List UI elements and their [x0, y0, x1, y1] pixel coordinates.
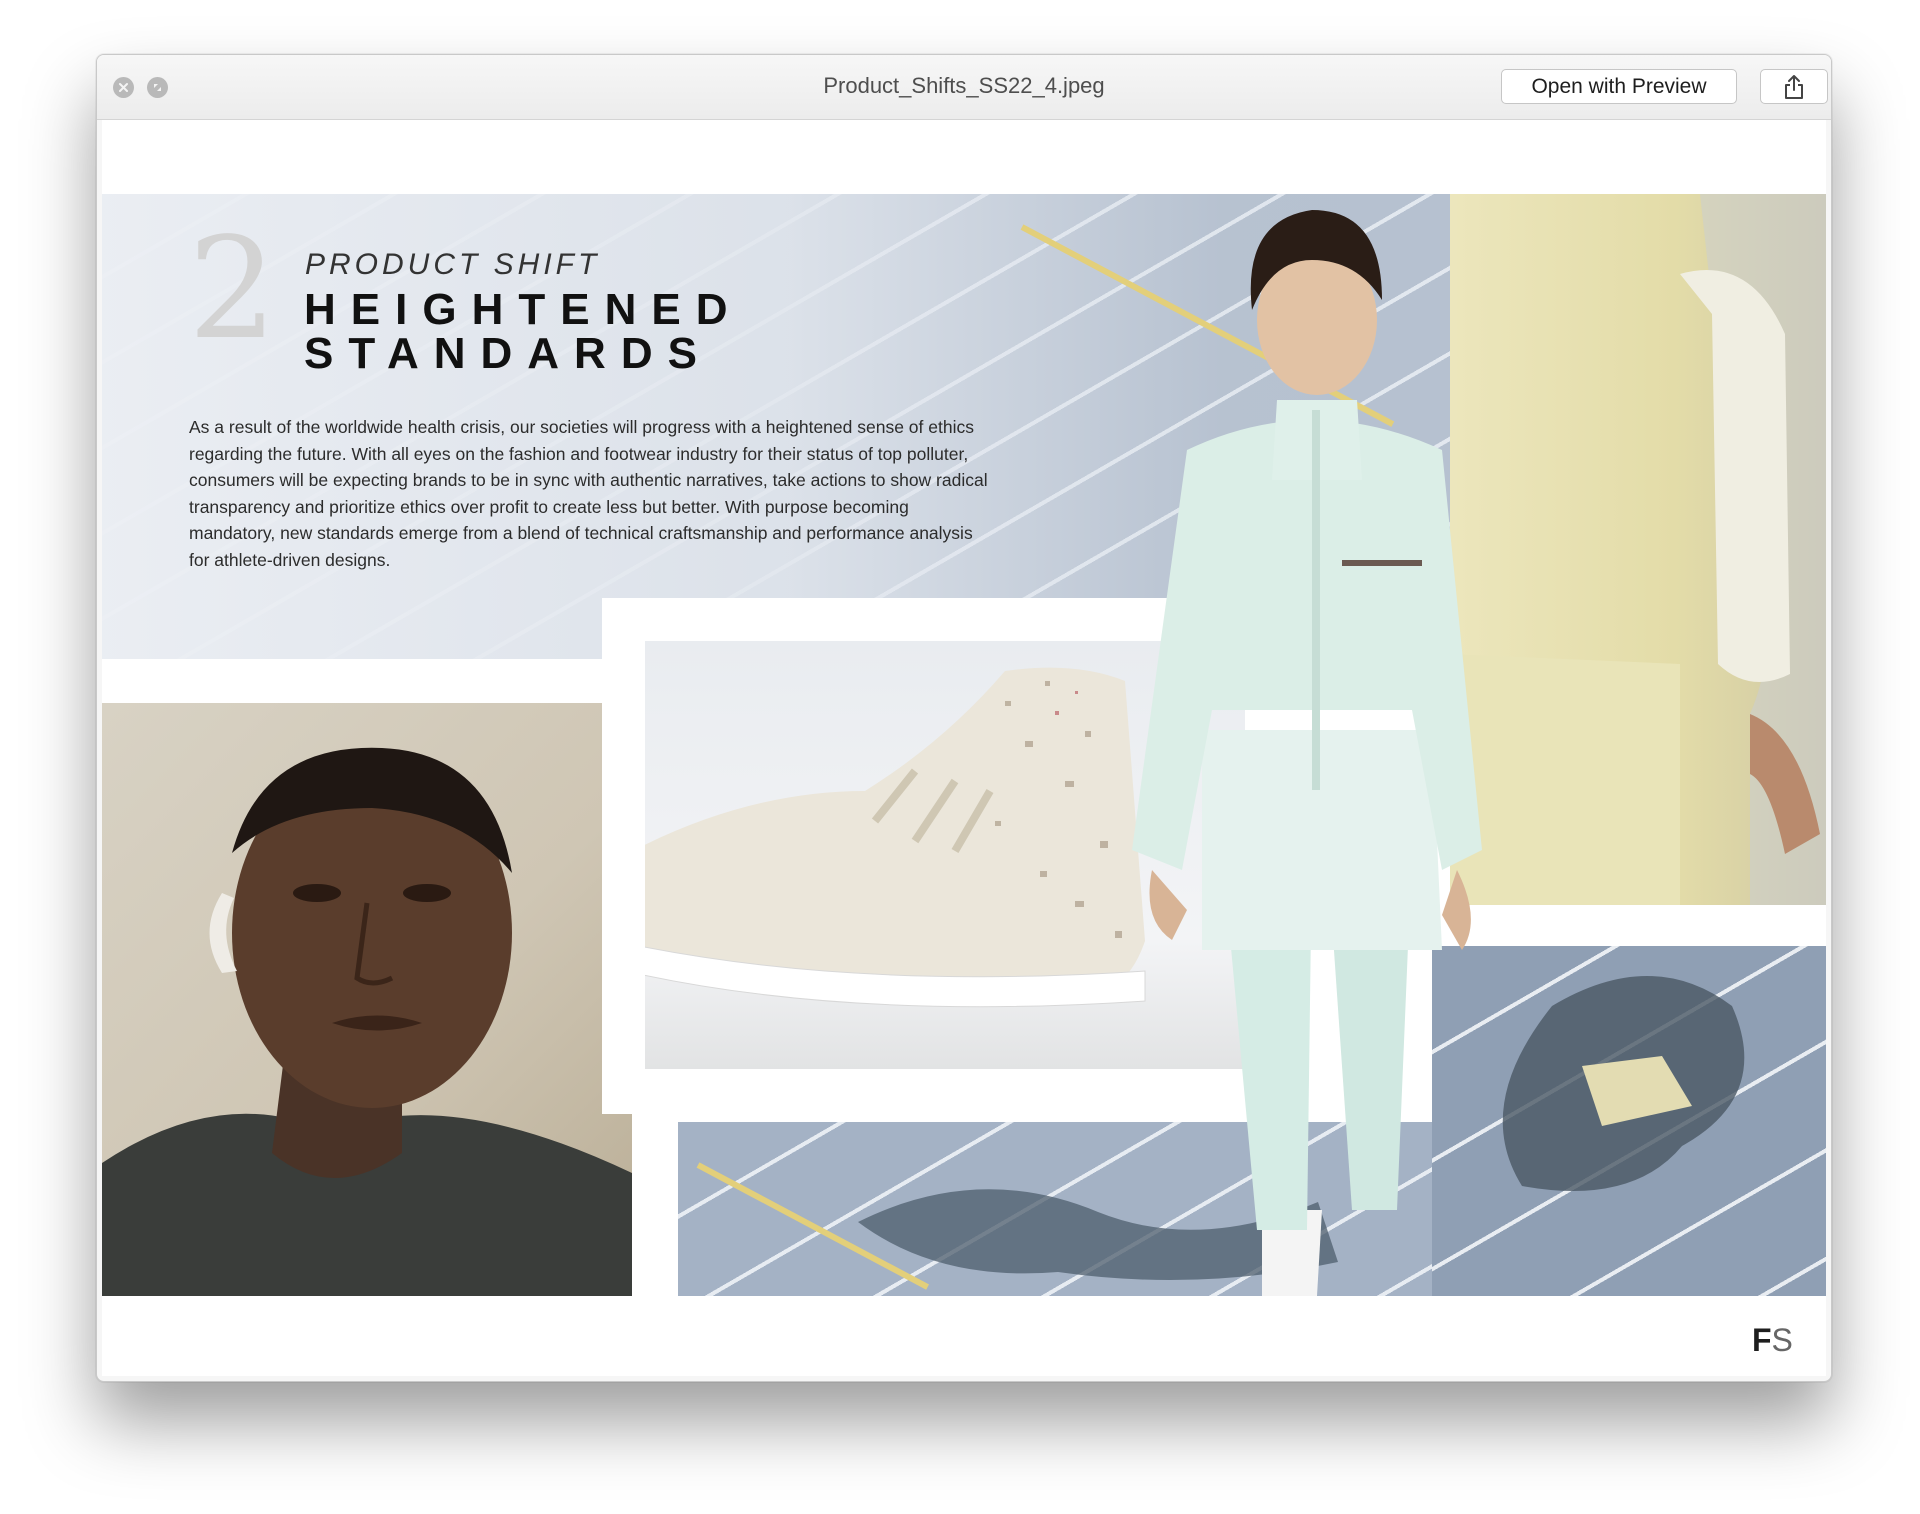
quicklook-window: Product_Shifts_SS22_4.jpeg Open with Pre…	[96, 54, 1832, 1382]
headline-line-1: HEIGHTENED	[304, 285, 743, 334]
title-bar: Product_Shifts_SS22_4.jpeg Open with Pre…	[97, 55, 1831, 120]
logo-letter-s: S	[1771, 1322, 1793, 1358]
fs-logo: FS	[1752, 1322, 1793, 1359]
section-number: 2	[188, 208, 278, 371]
open-with-preview-button[interactable]: Open with Preview	[1501, 69, 1737, 104]
section-kicker: PRODUCT SHIFT	[305, 248, 601, 281]
athlete-portrait-photo	[102, 703, 632, 1296]
body-paragraph: As a result of the worldwide health cris…	[189, 417, 988, 570]
image-preview: 2 PRODUCT SHIFT HEIGHTENED STANDARDS As …	[102, 120, 1826, 1376]
headline-line-2: STANDARDS	[304, 329, 712, 378]
runway-model	[1132, 210, 1482, 1296]
share-button[interactable]	[1760, 69, 1828, 104]
logo-letter-f: F	[1752, 1322, 1772, 1358]
athlete-portrait-illustration	[102, 747, 632, 1296]
share-icon	[1785, 74, 1803, 99]
